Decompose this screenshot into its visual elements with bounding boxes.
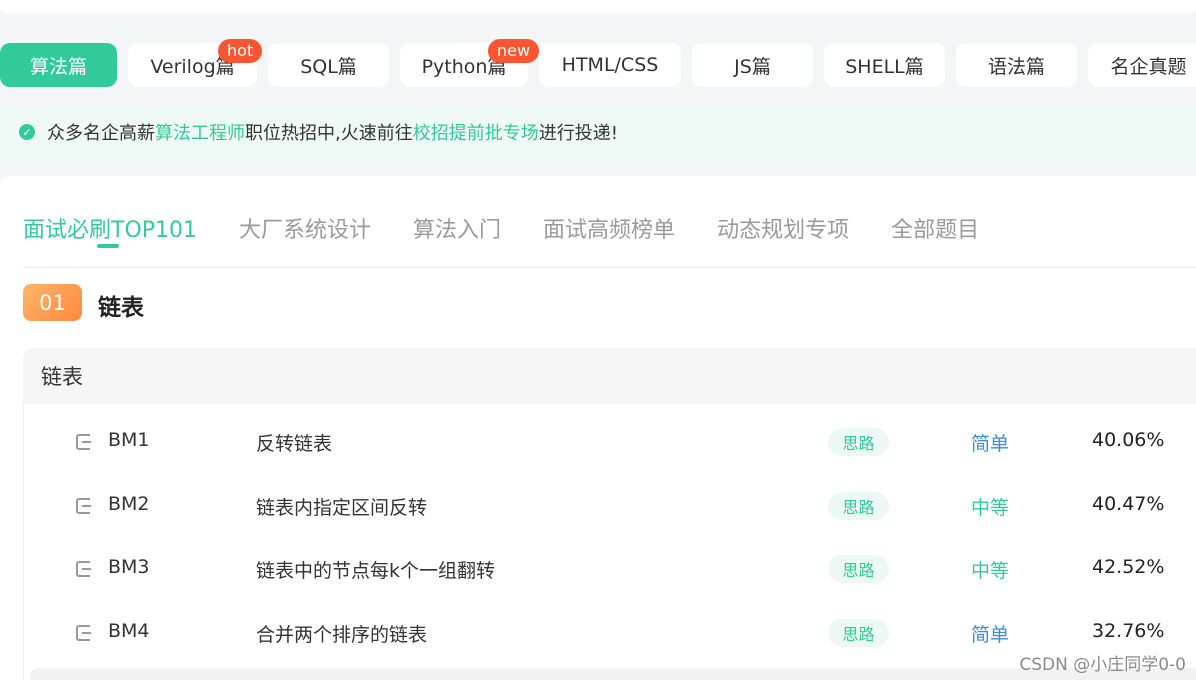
solution-tag[interactable]: 思路 bbox=[828, 555, 889, 583]
category-shell[interactable]: SHELL篇 bbox=[824, 43, 945, 87]
category-python[interactable]: Python篇 new bbox=[400, 39, 540, 87]
pass-rate: 40.47% bbox=[1092, 493, 1165, 515]
problem-title[interactable]: 反转链表 bbox=[256, 429, 332, 456]
new-badge: new bbox=[488, 39, 540, 63]
difficulty-label: 简单 bbox=[971, 433, 1010, 455]
campus-recruit-link[interactable]: 校招提前批专场 bbox=[413, 119, 539, 145]
pass-rate: 42.52% bbox=[1092, 556, 1165, 578]
category-verilog[interactable]: Verilog篇 hot bbox=[128, 39, 263, 87]
hot-badge: hot bbox=[218, 39, 263, 63]
problem-title[interactable]: 链表内指定区间反转 bbox=[256, 493, 427, 520]
problem-title[interactable]: 合并两个排序的链表 bbox=[256, 620, 427, 647]
check-circle-icon: ✓ bbox=[19, 124, 35, 140]
category-html-css[interactable]: HTML/CSS bbox=[539, 43, 681, 87]
problem-id: BM3 bbox=[108, 556, 150, 578]
tab-bar: 面试必刷TOP101 大厂系统设计 算法入门 面试高频榜单 动态规划专项 全部题… bbox=[23, 212, 979, 248]
tab-all-problems[interactable]: 全部题目 bbox=[891, 212, 979, 244]
difficulty-label: 简单 bbox=[971, 624, 1010, 646]
category-company[interactable]: 名企真题 bbox=[1088, 43, 1196, 87]
category-grammar[interactable]: 语法篇 bbox=[956, 43, 1077, 87]
problem-icon bbox=[76, 625, 91, 641]
solution-tag[interactable]: 思路 bbox=[828, 492, 889, 520]
watermark: CSDN @小庄同学0-0 bbox=[1019, 655, 1186, 675]
pass-rate: 32.76% bbox=[1092, 620, 1165, 642]
category-bar: 算法篇 Verilog篇 hot SQL篇 Python篇 new HTML/C… bbox=[0, 30, 1196, 100]
section-title: 链表 bbox=[98, 295, 144, 321]
difficulty-label: 中等 bbox=[971, 497, 1010, 519]
problem-id: BM4 bbox=[108, 620, 150, 642]
category-sql[interactable]: SQL篇 bbox=[268, 43, 389, 87]
list-item[interactable]: BM1 反转链表 思路 简单 40.06% bbox=[24, 410, 1196, 473]
problem-id: BM1 bbox=[108, 429, 150, 451]
problem-icon bbox=[76, 498, 91, 514]
section-number-badge: 01 bbox=[23, 284, 82, 321]
top-card bbox=[0, 0, 1196, 14]
tab-high-frequency[interactable]: 面试高频榜单 bbox=[543, 212, 675, 244]
tab-algorithm-intro[interactable]: 算法入门 bbox=[413, 212, 501, 244]
category-algorithm[interactable]: 算法篇 bbox=[0, 43, 117, 87]
category-js[interactable]: JS篇 bbox=[692, 43, 813, 87]
problem-list: BM1 反转链表 思路 简单 40.06% BM2 链表内指定区间反转 思路 中… bbox=[23, 404, 1196, 680]
tab-dynamic-programming[interactable]: 动态规划专项 bbox=[717, 212, 849, 244]
solution-tag[interactable]: 思路 bbox=[828, 428, 889, 456]
tab-divider bbox=[23, 267, 1196, 268]
notice-banner: ✓ 众多名企高薪 算法工程师 职位热招中,火速前往 校招提前批专场 进行投递! bbox=[0, 104, 1196, 160]
problem-icon bbox=[76, 561, 91, 577]
problem-title[interactable]: 链表中的节点每k个一组翻转 bbox=[256, 556, 495, 583]
active-tab-indicator bbox=[97, 244, 119, 248]
list-item[interactable]: BM2 链表内指定区间反转 思路 中等 40.47% bbox=[24, 474, 1196, 537]
solution-tag[interactable]: 思路 bbox=[828, 619, 889, 647]
problem-icon bbox=[76, 434, 91, 450]
main-panel: 面试必刷TOP101 大厂系统设计 算法入门 面试高频榜单 动态规划专项 全部题… bbox=[0, 176, 1196, 680]
tab-top101[interactable]: 面试必刷TOP101 bbox=[23, 212, 197, 248]
algorithm-engineer-link[interactable]: 算法工程师 bbox=[155, 119, 245, 145]
list-header[interactable]: 链表 bbox=[23, 348, 1196, 404]
pass-rate: 40.06% bbox=[1092, 429, 1165, 451]
difficulty-label: 中等 bbox=[971, 560, 1010, 582]
problem-id: BM2 bbox=[108, 493, 150, 515]
tab-system-design[interactable]: 大厂系统设计 bbox=[239, 212, 371, 244]
list-item[interactable]: BM3 链表中的节点每k个一组翻转 思路 中等 42.52% bbox=[24, 537, 1196, 600]
